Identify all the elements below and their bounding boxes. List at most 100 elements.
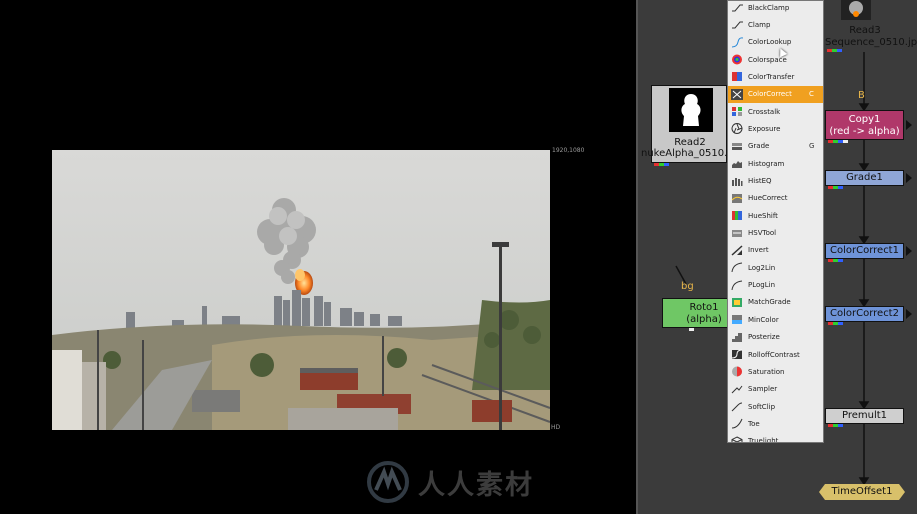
menu-item-toe[interactable]: Toe — [728, 415, 823, 432]
menu-item-mincolor[interactable]: MinColor — [728, 311, 823, 328]
menu-item-histogram[interactable]: Histogram — [728, 155, 823, 172]
grade1-channel-chips — [828, 186, 843, 189]
colorcorrect2-label: ColorCorrect2 — [830, 308, 899, 319]
menu-item-label: MatchGrade — [748, 298, 791, 307]
menu-item-invert[interactable]: Invert — [728, 242, 823, 259]
colorcorrect1-mask-input-arrow[interactable] — [906, 246, 912, 256]
read3-node[interactable]: Read3 Sequence_0510.jp — [825, 0, 917, 52]
menu-item-label: Posterize — [748, 333, 780, 342]
menu-item-clamp[interactable]: Clamp — [728, 16, 823, 33]
menu-item-crosstalk[interactable]: Crosstalk — [728, 103, 823, 120]
hsv-icon — [731, 228, 743, 239]
menu-item-exposure[interactable]: Exposure — [728, 120, 823, 137]
menu-item-log2lin[interactable]: Log2Lin — [728, 259, 823, 276]
histeq-icon — [731, 176, 743, 187]
copy1-node[interactable]: Copy1 (red -> alpha) — [825, 110, 904, 143]
premult1-node[interactable]: Premult1 — [825, 408, 904, 427]
menu-item-histeq[interactable]: HistEQ — [728, 173, 823, 190]
menu-item-huecorrect[interactable]: HueCorrect — [728, 190, 823, 207]
grade1-mask-input-arrow[interactable] — [906, 173, 912, 183]
menu-item-label: Clamp — [748, 20, 771, 29]
copy1-label: Copy1 — [848, 114, 881, 125]
copy1-sublabel: (red -> alpha) — [829, 126, 900, 137]
aperture-icon — [731, 123, 743, 135]
menu-item-colorspace[interactable]: Colorspace — [728, 51, 823, 68]
copy1-channel-chips — [828, 140, 848, 143]
read3-label: Read3 — [849, 25, 881, 36]
copy1-mask-input-arrow[interactable] — [906, 120, 912, 130]
menu-item-label: HueCorrect — [748, 194, 788, 203]
menu-item-label: HueShift — [748, 211, 778, 220]
read3-channel-chips — [827, 49, 842, 52]
histogram-icon — [731, 158, 743, 169]
roto1-sublabel: (alpha) — [686, 314, 722, 325]
rolloff-icon — [731, 349, 743, 360]
read2-thumbnail — [669, 88, 713, 132]
grade-icon — [731, 141, 743, 152]
timeoffset1-node[interactable]: TimeOffset1 — [819, 484, 905, 500]
clamp-icon — [731, 19, 743, 30]
saturation-icon — [731, 366, 743, 377]
menu-item-grade[interactable]: Grade G — [728, 138, 823, 155]
menu-item-softclip[interactable]: SoftClip — [728, 398, 823, 415]
menu-item-label: ColorCorrect — [748, 90, 792, 99]
menu-item-sampler[interactable]: Sampler — [728, 381, 823, 398]
menu-item-truelight[interactable]: Truelight — [728, 433, 823, 443]
log-icon — [731, 262, 743, 273]
premult1-label: Premult1 — [841, 410, 888, 421]
matchgrade-icon — [731, 297, 743, 308]
colorcorrect-icon — [731, 88, 743, 100]
menu-item-label: ColorLookup — [748, 38, 792, 47]
menu-item-colorcorrect[interactable]: ColorCorrect C — [728, 85, 823, 103]
menu-item-label: SoftClip — [748, 402, 776, 411]
menu-item-blackclamp[interactable]: BlackClamp — [728, 1, 823, 16]
menu-item-rolloffcontrast[interactable]: RolloffContrast — [728, 346, 823, 363]
menu-item-posterize[interactable]: Posterize — [728, 329, 823, 346]
colorspace-icon — [731, 54, 743, 65]
cube-icon — [731, 436, 743, 442]
menu-item-colorlookup[interactable]: ColorLookup — [728, 34, 823, 51]
grade1-node[interactable]: Grade1 — [825, 170, 904, 189]
viewer-image[interactable] — [52, 150, 550, 430]
posterize-icon — [731, 332, 743, 343]
menu-item-saturation[interactable]: Saturation — [728, 363, 823, 380]
colorcorrect1-node[interactable]: ColorCorrect1 — [825, 243, 904, 262]
menu-item-hsvtool[interactable]: HSVTool — [728, 225, 823, 242]
menu-item-shortcut: G — [809, 142, 815, 151]
menu-item-label: HistEQ — [748, 177, 772, 185]
menu-item-label: Toe — [748, 419, 760, 428]
premult1-channel-chips — [828, 424, 843, 427]
viewer-panel[interactable]: 1920,1080 HD 人人素材 — [0, 0, 636, 514]
menu-item-matchgrade[interactable]: MatchGrade — [728, 294, 823, 311]
menu-item-label: Histogram — [748, 159, 785, 168]
mincolor-icon — [731, 314, 743, 325]
menu-item-label: MinColor — [748, 315, 779, 324]
menu-item-label: Sampler — [748, 385, 778, 394]
roto1-node[interactable]: Roto1 (alpha) — [662, 298, 728, 331]
read3-filename: Sequence_0510.jp — [825, 37, 917, 48]
menu-item-label: Colorspace — [748, 55, 787, 64]
read2-node[interactable]: Read2 nukeAlpha_0510. — [641, 85, 727, 166]
colorcorrect1-label: ColorCorrect1 — [830, 245, 899, 256]
color-nodes-menu[interactable]: BlackClamp Clamp ColorLookup Colorspace Colo… — [727, 0, 824, 443]
menu-item-colortransfer[interactable]: ColorTransfer — [728, 68, 823, 85]
softclip-icon — [731, 401, 743, 412]
colorcorrect2-mask-input-arrow[interactable] — [906, 309, 912, 319]
grade1-label: Grade1 — [846, 172, 883, 183]
roto1-channel-chips — [689, 328, 694, 331]
menu-item-label: Crosstalk — [748, 107, 781, 116]
toe-icon — [731, 418, 743, 429]
menu-item-label: Grade — [748, 142, 770, 151]
resolution-label: 1920,1080 — [552, 147, 585, 154]
alpha-mask-thumb-icon — [681, 94, 701, 126]
menu-item-label: BlackClamp — [748, 3, 790, 12]
menu-item-ploglin[interactable]: PLogLin — [728, 277, 823, 294]
colorcorrect2-node[interactable]: ColorCorrect2 — [825, 306, 904, 325]
read2-filename: nukeAlpha_0510. — [641, 148, 728, 159]
menu-item-hueshift[interactable]: HueShift — [728, 207, 823, 224]
colorcorrect1-channel-chips — [828, 259, 843, 262]
menu-item-label: PLogLin — [748, 281, 776, 290]
menu-item-shortcut: C — [809, 90, 814, 99]
menu-item-label: Truelight — [748, 437, 779, 443]
timeoffset1-label: TimeOffset1 — [831, 486, 893, 497]
